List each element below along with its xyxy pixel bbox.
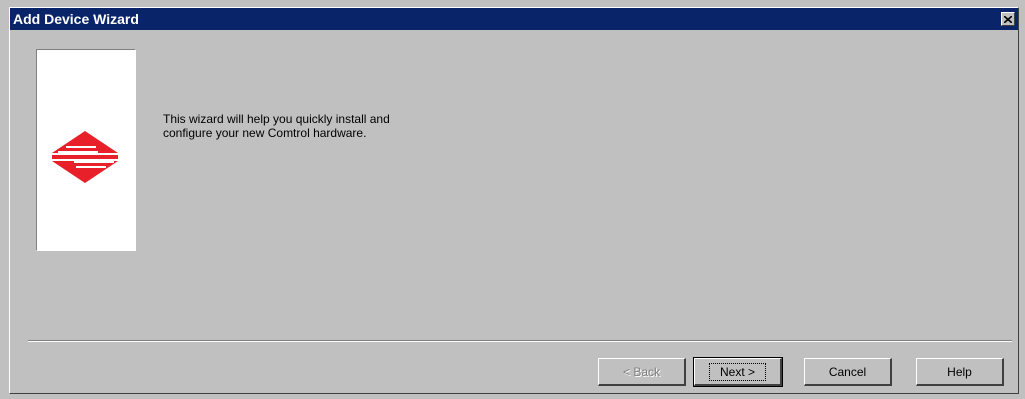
add-device-wizard-window: Add Device Wizard This wizard will help … (9, 7, 1019, 394)
back-button[interactable]: < Back (598, 358, 686, 386)
next-button-label: Next > (708, 362, 766, 381)
help-button-label: Help (947, 364, 972, 379)
cancel-button[interactable]: Cancel (804, 358, 892, 386)
close-icon (1004, 15, 1012, 23)
back-button-label: < Back (622, 364, 661, 379)
close-button[interactable] (1001, 12, 1015, 26)
wizard-image-panel (36, 49, 136, 251)
window-title: Add Device Wizard (13, 11, 139, 27)
help-button[interactable]: Help (916, 358, 1004, 386)
next-button[interactable]: Next > (693, 357, 783, 387)
separator (28, 340, 1012, 342)
cancel-button-label: Cancel (828, 364, 867, 379)
comtrol-logo-icon (52, 131, 118, 183)
title-bar[interactable]: Add Device Wizard (10, 8, 1018, 30)
wizard-intro-text: This wizard will help you quickly instal… (163, 112, 390, 140)
